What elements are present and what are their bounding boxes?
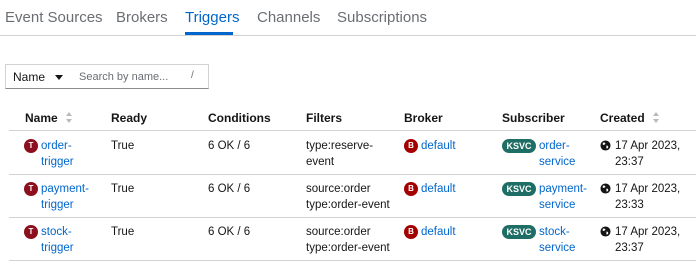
subscriber-line: service	[539, 156, 576, 168]
filter-type-select[interactable]: Name	[5, 64, 74, 89]
filter-line: type:reserve-	[306, 140, 374, 152]
column-header-created[interactable]: Created	[600, 111, 645, 125]
tab-triggers[interactable]: Triggers	[185, 9, 239, 26]
created-timestamp: 17 Apr 2023, 23:37	[615, 138, 680, 170]
trigger-name-line: trigger	[41, 199, 74, 211]
search-box: /	[73, 64, 209, 89]
trigger-name-line: stock-	[41, 226, 72, 238]
sort-icon[interactable]	[66, 112, 72, 124]
trigger-resource-badge: T	[24, 139, 38, 153]
keyboard-shortcut-hint: /	[191, 70, 194, 81]
created-line: 17 Apr 2023,	[615, 226, 681, 238]
filters-value: type:reserve-event	[306, 138, 373, 170]
column-header-name[interactable]: Name	[25, 111, 58, 125]
filter-line: source:order	[306, 226, 371, 238]
tabs-divider	[0, 35, 696, 36]
trigger-resource-badge: T	[24, 225, 38, 239]
broker-resource-badge: B	[404, 225, 418, 239]
broker-link[interactable]: default	[421, 138, 456, 154]
column-header-broker: Broker	[404, 111, 443, 125]
filters-value: source:order type:order-event	[306, 224, 390, 256]
conditions-value: 6 OK / 6	[208, 183, 251, 195]
filters-value: source:order type:order-event	[306, 181, 390, 213]
created-line: 17 Apr 2023,	[615, 140, 681, 152]
filter-type-label: Name	[13, 69, 46, 84]
created-timestamp: 17 Apr 2023, 23:33	[615, 181, 680, 213]
column-header-subscriber: Subscriber	[502, 111, 565, 125]
subscriber-line: order-	[539, 140, 570, 152]
filter-line: source:order	[306, 183, 371, 195]
trigger-name-line: trigger	[41, 156, 74, 168]
ksvc-resource-badge: KSVC	[502, 139, 536, 153]
trigger-resource-badge: T	[24, 182, 38, 196]
created-line: 17 Apr 2023,	[615, 183, 681, 195]
created-line: 23:37	[615, 242, 644, 254]
trigger-name-link[interactable]: order-trigger	[41, 138, 74, 170]
tab-event-sources[interactable]: Event Sources	[5, 9, 103, 26]
column-header-filters: Filters	[306, 111, 343, 125]
created-line: 23:33	[615, 199, 644, 211]
ready-status: True	[111, 140, 135, 152]
search-input[interactable]	[79, 68, 184, 86]
broker-resource-badge: B	[404, 139, 418, 153]
trigger-name-line: trigger	[41, 242, 74, 254]
created-line: 23:37	[615, 156, 644, 168]
subscriber-link[interactable]: stock-service	[539, 224, 575, 256]
column-header-conditions: Conditions	[208, 111, 271, 125]
table-row: T stock-trigger True 6 OK / 6 source:ord…	[9, 217, 696, 260]
subscriber-line: stock-	[539, 226, 570, 238]
filter-line: event	[306, 156, 335, 168]
subscriber-link[interactable]: order-service	[539, 138, 575, 170]
globe-icon	[600, 140, 611, 151]
globe-icon	[600, 183, 611, 194]
table-row: T payment-trigger True 6 OK / 6 source:o…	[9, 174, 696, 217]
subscriber-link[interactable]: payment-service	[539, 181, 587, 213]
conditions-value: 6 OK / 6	[208, 226, 251, 238]
broker-link[interactable]: default	[421, 181, 456, 197]
filter-line: type:order-event	[306, 242, 390, 254]
caret-down-icon	[55, 75, 63, 80]
broker-resource-badge: B	[404, 182, 418, 196]
tab-channels[interactable]: Channels	[257, 9, 320, 26]
tab-brokers[interactable]: Brokers	[116, 9, 168, 26]
ready-status: True	[111, 183, 135, 195]
resource-tabs: Event Sources Brokers Triggers Channels …	[0, 0, 696, 36]
row-divider	[9, 260, 696, 261]
subscriber-line: service	[539, 242, 576, 254]
tab-subscriptions[interactable]: Subscriptions	[337, 9, 427, 26]
trigger-name-line: order-	[41, 140, 72, 152]
ready-status: True	[111, 226, 135, 238]
trigger-name-link[interactable]: stock-trigger	[41, 224, 74, 256]
created-timestamp: 17 Apr 2023, 23:37	[615, 224, 680, 256]
column-header-ready: Ready	[111, 111, 148, 125]
table-row: T order-trigger True 6 OK / 6 type:reser…	[9, 131, 696, 174]
subscriber-line: service	[539, 199, 576, 211]
filter-line: type:order-event	[306, 199, 390, 211]
trigger-name-line: payment-	[41, 183, 89, 195]
conditions-value: 6 OK / 6	[208, 140, 251, 152]
trigger-name-link[interactable]: payment-trigger	[41, 181, 89, 213]
globe-icon	[600, 226, 611, 237]
ksvc-resource-badge: KSVC	[502, 225, 536, 239]
ksvc-resource-badge: KSVC	[502, 182, 536, 196]
sort-icon[interactable]	[653, 112, 659, 124]
subscriber-line: payment-	[539, 183, 587, 195]
broker-link[interactable]: default	[421, 224, 456, 240]
